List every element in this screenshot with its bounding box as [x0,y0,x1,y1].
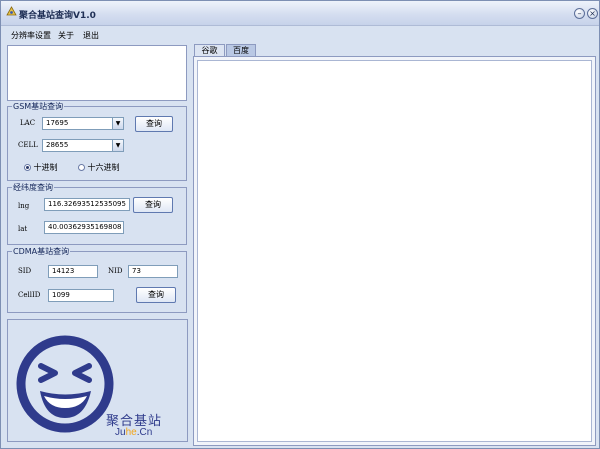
lat-input[interactable]: 40.00362935169808 [44,221,124,234]
tab-baidu[interactable]: 百度 [226,44,256,56]
lac-label: LAC [20,119,36,127]
logo-site: Juhe.Cn [115,427,152,438]
geo-group: 经纬度查询 lng 116.32693512535095 查询 lat 40.0… [7,182,187,245]
chevron-down-icon[interactable]: ▼ [112,118,123,129]
lng-label: lng [18,202,30,210]
app-window: 聚合基站查询V1.0 – × 分辨率设置 关于 退出 GSM基站查询 LAC 1… [0,0,600,449]
cellid-input[interactable]: 1099 [48,289,114,302]
lng-input[interactable]: 116.32693512535095 [44,198,130,211]
app-icon [6,6,17,16]
tab-google[interactable]: 谷歌 [194,44,225,56]
radio-decimal-label: 十进制 [33,163,58,172]
menu-exit[interactable]: 退出 [83,30,99,41]
menu-bar: 分辨率设置 关于 退出 [1,26,599,42]
cdma-group: CDMA基站查询 SID 14123 NID 73 CellID 1099 查询 [7,246,187,313]
gsm-group: GSM基站查询 LAC 17695 ▼ 查询 CELL 28655 ▼ 十进制 … [7,101,187,181]
menu-resolution-settings[interactable]: 分辨率设置 [11,30,51,41]
logo-panel: 聚合基站 Juhe.Cn [7,319,188,442]
logo-site-part-b: he [125,427,137,438]
gsm-query-button[interactable]: 查询 [135,116,173,132]
close-button[interactable]: × [587,8,598,19]
radio-decimal[interactable]: 十进制 [24,162,58,173]
window-title: 聚合基站查询V1.0 [19,11,96,21]
minimize-button[interactable]: – [574,8,585,19]
radio-hexadecimal-dot[interactable] [78,164,85,171]
radio-hexadecimal[interactable]: 十六进制 [78,162,120,173]
geo-query-button[interactable]: 查询 [133,197,173,213]
nid-input[interactable]: 73 [128,265,178,278]
cell-label: CELL [18,141,38,149]
info-box [7,45,187,101]
sid-input[interactable]: 14123 [48,265,98,278]
map-view[interactable] [197,60,592,442]
logo-site-part-a: Ju [115,427,126,438]
map-frame [193,56,596,446]
cdma-group-title: CDMA基站查询 [12,246,71,257]
logo-site-part-c: .Cn [136,427,153,438]
lac-value: 17695 [46,119,69,127]
radio-decimal-dot[interactable] [24,164,31,171]
title-bar[interactable]: 聚合基站查询V1.0 – × [1,1,599,26]
nid-label: NID [108,267,123,275]
cell-combo[interactable]: 28655 ▼ [42,139,124,152]
lac-combo[interactable]: 17695 ▼ [42,117,124,130]
lat-label: lat [18,225,28,233]
gsm-group-title: GSM基站查询 [12,101,65,112]
cell-value: 28655 [46,141,69,149]
sid-label: SID [18,267,32,275]
cdma-query-button[interactable]: 查询 [136,287,176,303]
geo-group-title: 经纬度查询 [12,182,54,193]
chevron-down-icon[interactable]: ▼ [112,140,123,151]
menu-about[interactable]: 关于 [58,30,74,41]
radio-hexadecimal-label: 十六进制 [87,163,120,172]
cellid-label: CellID [18,291,41,299]
